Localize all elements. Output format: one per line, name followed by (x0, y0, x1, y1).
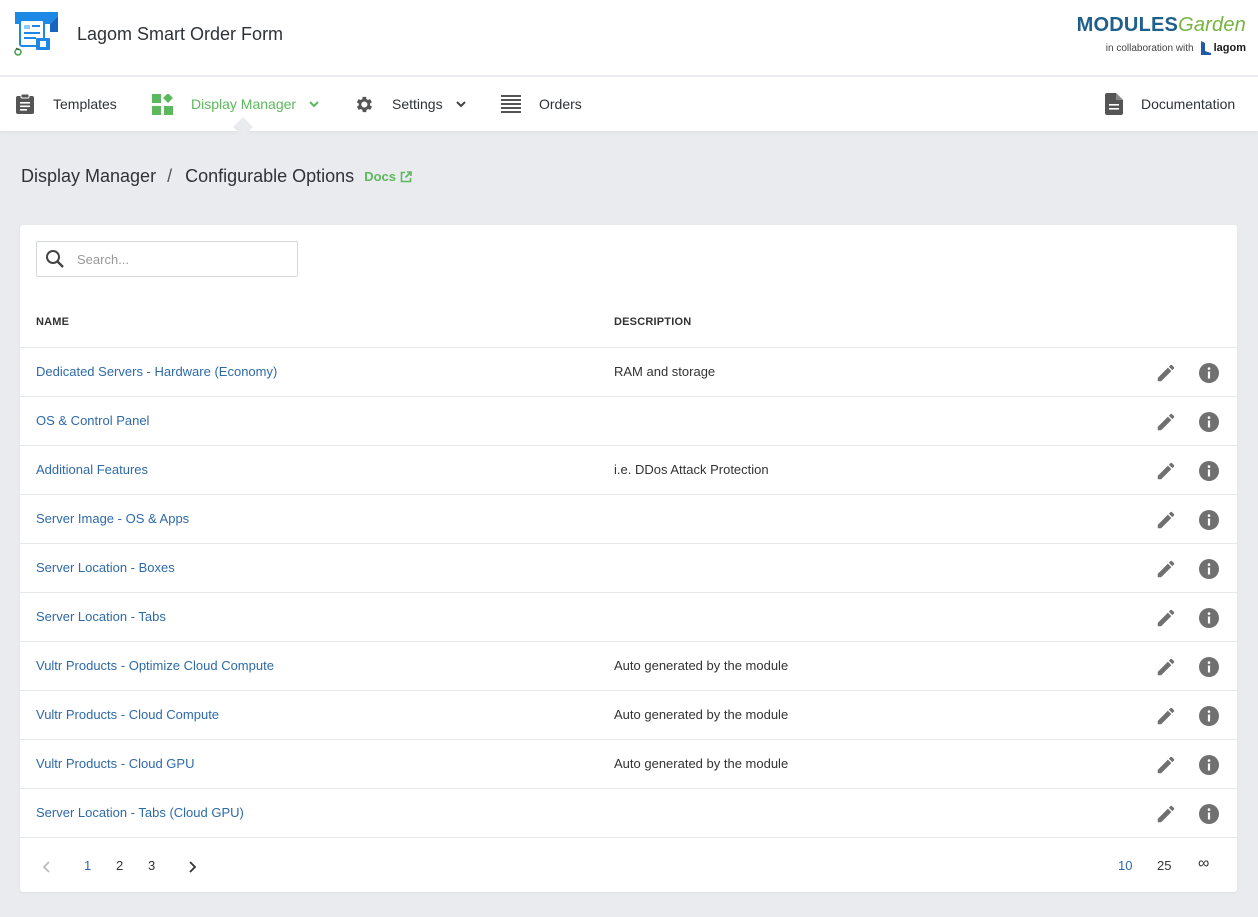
document-icon (1105, 93, 1123, 115)
search-icon (46, 250, 64, 268)
edit-icon[interactable] (1155, 411, 1177, 433)
brand-collab-text: in collaboration with (1105, 42, 1194, 54)
nav-documentation[interactable]: Documentation (1105, 77, 1235, 131)
option-name-link[interactable]: Dedicated Servers - Hardware (Economy) (36, 364, 277, 379)
nav-orders-label: Orders (539, 96, 582, 112)
option-description: i.e. DDos Attack Protection (614, 462, 769, 477)
edit-icon[interactable] (1155, 362, 1177, 384)
app-header: Lagom Smart Order Form MODULESGarden in … (0, 0, 1258, 76)
page-2-button[interactable]: 2 (116, 858, 123, 873)
nav-display-manager-label: Display Manager (191, 96, 297, 112)
column-header-description[interactable]: DESCRIPTION (614, 316, 691, 328)
option-description: RAM and storage (614, 364, 716, 379)
info-icon[interactable] (1198, 509, 1220, 531)
edit-icon[interactable] (1155, 509, 1177, 531)
edit-icon[interactable] (1155, 460, 1177, 482)
option-name-link[interactable]: Server Image - OS & Apps (36, 511, 189, 526)
table-row: Server Image - OS & Apps (20, 494, 1237, 543)
clipboard-icon (16, 93, 34, 114)
table-row: Server Location - Boxes (20, 543, 1237, 592)
list-icon (501, 95, 521, 113)
nav-templates[interactable]: Templates (15, 77, 117, 131)
option-name-link[interactable]: Server Location - Boxes (36, 560, 175, 575)
edit-icon[interactable] (1155, 656, 1177, 678)
edit-icon[interactable] (1155, 803, 1177, 825)
table-row: Vultr Products - Cloud GPU Auto generated… (20, 739, 1237, 788)
option-name-link[interactable]: Server Location - Tabs (36, 609, 166, 624)
page-size-10[interactable]: 10 (1118, 858, 1132, 873)
nav-settings-label: Settings (392, 96, 443, 112)
info-icon[interactable] (1198, 460, 1220, 482)
brand-modules-text: MODULES (1076, 14, 1179, 36)
app-title: Lagom Smart Order Form (77, 24, 284, 44)
info-icon[interactable] (1198, 656, 1220, 678)
info-icon[interactable] (1198, 362, 1220, 384)
option-name-link[interactable]: Vultr Products - Optimize Cloud Compute (36, 658, 274, 673)
page-title: Configurable Options (185, 166, 355, 186)
nav-templates-label: Templates (53, 96, 117, 112)
column-header-name[interactable]: NAME (36, 316, 69, 328)
edit-icon[interactable] (1155, 754, 1177, 776)
gear-icon (356, 96, 372, 112)
option-name-link[interactable]: Vultr Products - Cloud Compute (36, 707, 219, 722)
edit-icon[interactable] (1155, 607, 1177, 629)
chevron-down-icon (309, 101, 319, 108)
table-row: Additional Features i.e. DDos Attack Prot… (20, 445, 1237, 494)
nav-orders[interactable]: Orders (501, 77, 582, 131)
brand-garden-text: Garden (1178, 14, 1246, 36)
search-input[interactable] (77, 251, 277, 267)
table-row: Server Location - Tabs (Cloud GPU) (20, 788, 1237, 837)
page-size-25[interactable]: 25 (1157, 858, 1171, 873)
chevron-left-icon (42, 861, 50, 873)
info-icon[interactable] (1198, 607, 1220, 629)
next-page-button[interactable] (187, 860, 197, 877)
info-icon[interactable] (1198, 411, 1220, 433)
table-row: OS & Control Panel (20, 396, 1237, 445)
chevron-down-icon (455, 101, 466, 108)
page-size-all[interactable]: ∞ (1198, 855, 1209, 873)
lagom-logo-text: lagom (1213, 42, 1246, 54)
options-table-card: NAME DESCRIPTION Dedicated Servers - Har… (20, 225, 1237, 892)
option-description: Auto generated by the module (614, 707, 789, 722)
search-box[interactable] (36, 241, 298, 277)
option-name-link[interactable]: OS & Control Panel (36, 413, 149, 428)
breadcrumb-parent[interactable]: Display Manager (21, 166, 156, 187)
table-row: Dedicated Servers - Hardware (Economy) RA… (20, 347, 1237, 396)
table-bottom-border (20, 837, 1237, 838)
page-3-button[interactable]: 3 (148, 858, 155, 873)
option-name-link[interactable]: Vultr Products - Cloud GPU (36, 756, 194, 771)
breadcrumb: Display Manager / Configurable Options D… (21, 166, 412, 187)
nav-settings[interactable]: Settings (353, 77, 467, 131)
info-icon[interactable] (1198, 558, 1220, 580)
widgets-icon (152, 93, 173, 115)
prev-page-button[interactable] (42, 860, 52, 877)
breadcrumb-separator: / (167, 166, 173, 186)
main-nav: Templates Display Manager Settings Order… (0, 77, 1258, 131)
option-description: Auto generated by the module (614, 658, 789, 673)
external-link-icon (400, 170, 412, 182)
info-icon[interactable] (1198, 705, 1220, 727)
edit-icon[interactable] (1155, 705, 1177, 727)
info-icon[interactable] (1198, 803, 1220, 825)
nav-documentation-label: Documentation (1141, 96, 1236, 112)
docs-link[interactable]: Docs (364, 169, 412, 184)
page-1-button[interactable]: 1 (84, 858, 91, 873)
modulesgarden-logo: MODULESGarden in collaboration with lago… (1077, 14, 1246, 60)
edit-icon[interactable] (1155, 558, 1177, 580)
lagom-mark-icon (1200, 41, 1211, 55)
option-description: Auto generated by the module (614, 756, 789, 771)
table-row: Server Location - Tabs (20, 592, 1237, 641)
option-name-link[interactable]: Additional Features (36, 462, 148, 477)
table-row: Vultr Products - Optimize Cloud Compute A… (20, 641, 1237, 690)
table-row: Vultr Products - Cloud Compute Auto gener… (20, 690, 1237, 739)
option-name-link[interactable]: Server Location - Tabs (Cloud GPU) (36, 805, 244, 820)
chevron-right-icon (189, 861, 197, 873)
table-body: Dedicated Servers - Hardware (Economy) RA… (20, 347, 1237, 838)
info-icon[interactable] (1198, 754, 1220, 776)
app-logo (12, 10, 62, 60)
docs-link-label: Docs (364, 169, 396, 184)
lagom-logo: lagom (1200, 40, 1246, 56)
